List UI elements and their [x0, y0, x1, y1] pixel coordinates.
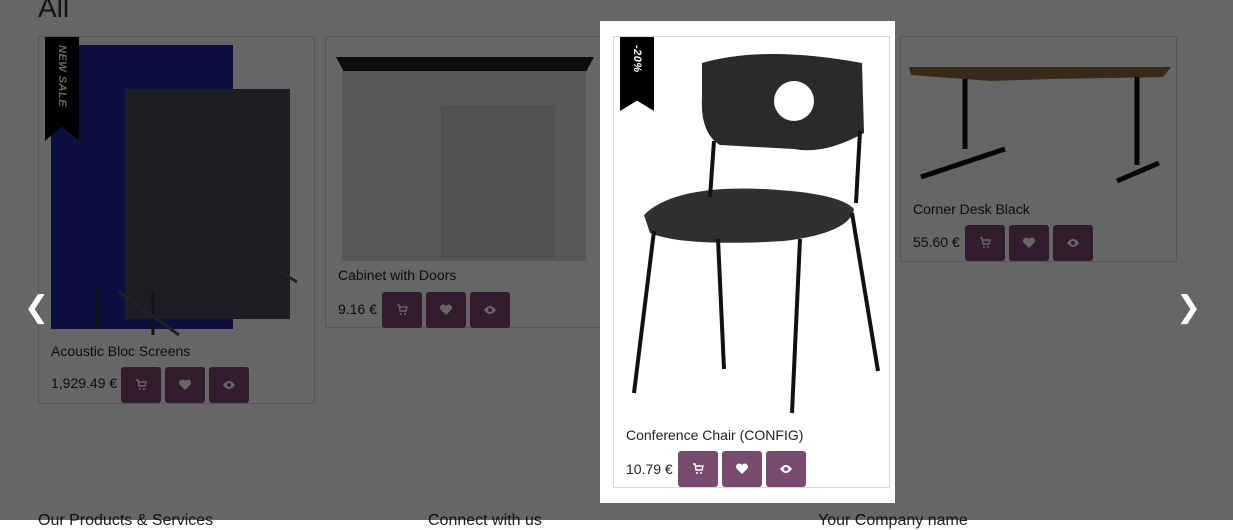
carousel-next-button[interactable]: ❯	[1176, 290, 1201, 325]
add-to-cart-button[interactable]	[678, 451, 718, 487]
product-name[interactable]: Acoustic Bloc Screens	[51, 343, 190, 359]
heart-icon	[439, 304, 453, 315]
add-to-wishlist-button[interactable]	[426, 292, 466, 328]
product-price: 9.16 €	[338, 301, 377, 317]
product-price: 10.79 €	[626, 461, 673, 477]
product-card-corner-desk[interactable]: Corner Desk Black 55.60 €	[900, 36, 1177, 262]
heart-icon	[178, 379, 192, 390]
product-card-acoustic[interactable]: NEW SALE Acoustic Bloc Screens 1,929.49 …	[38, 36, 315, 404]
shop-page: All NEW SALE Acoustic Bloc Screens 1,929…	[0, 0, 1233, 529]
eye-icon	[223, 381, 235, 389]
add-to-wishlist-button[interactable]	[1009, 225, 1049, 261]
product-price: 55.60 €	[913, 234, 960, 250]
add-to-wishlist-button[interactable]	[722, 451, 762, 487]
product-name[interactable]: Conference Chair (CONFIG)	[626, 427, 803, 443]
footer-heading-connect: Connect with us	[428, 512, 542, 529]
footer-heading-company: Your Company name	[818, 512, 968, 529]
heart-icon	[1022, 237, 1036, 248]
cart-icon	[397, 304, 408, 315]
product-card-cabinet[interactable]: Cabinet with Doors 9.16 €	[325, 36, 602, 328]
product-actions	[678, 451, 806, 487]
product-actions	[121, 367, 249, 403]
product-actions	[965, 225, 1093, 261]
eye-icon	[484, 306, 496, 314]
add-to-cart-button[interactable]	[382, 292, 422, 328]
highlighted-product: -20% Conference Chair (CONFIG) 10.79 €	[600, 21, 895, 503]
product-name[interactable]: Corner Desk Black	[913, 201, 1030, 217]
product-card-conference-chair[interactable]: -20% Conference Chair (CONFIG) 10.79 €	[613, 36, 890, 488]
product-actions	[382, 292, 510, 328]
add-to-wishlist-button[interactable]	[165, 367, 205, 403]
add-to-cart-button[interactable]	[965, 225, 1005, 261]
product-image[interactable]	[326, 37, 601, 267]
eye-icon	[1067, 239, 1079, 247]
quick-view-button[interactable]	[209, 367, 249, 403]
cart-icon	[136, 379, 147, 390]
footer-heading-products: Our Products & Services	[38, 512, 214, 529]
quick-view-button[interactable]	[470, 292, 510, 328]
section-title: All	[38, 0, 70, 23]
quick-view-button[interactable]	[766, 451, 806, 487]
ribbon-badge: NEW SALE	[45, 37, 79, 141]
ribbon-badge: -20%	[620, 37, 654, 111]
product-price: 1,929.49 €	[51, 375, 118, 391]
cart-icon	[693, 463, 704, 474]
cart-icon	[980, 237, 991, 248]
quick-view-button[interactable]	[1053, 225, 1093, 261]
add-to-cart-button[interactable]	[121, 367, 161, 403]
product-image[interactable]	[614, 37, 889, 422]
eye-icon	[780, 465, 792, 473]
product-image[interactable]	[901, 37, 1176, 197]
carousel-prev-button[interactable]: ❮	[24, 290, 49, 325]
product-image[interactable]	[39, 37, 314, 337]
product-name[interactable]: Cabinet with Doors	[338, 267, 456, 283]
heart-icon	[735, 463, 749, 474]
